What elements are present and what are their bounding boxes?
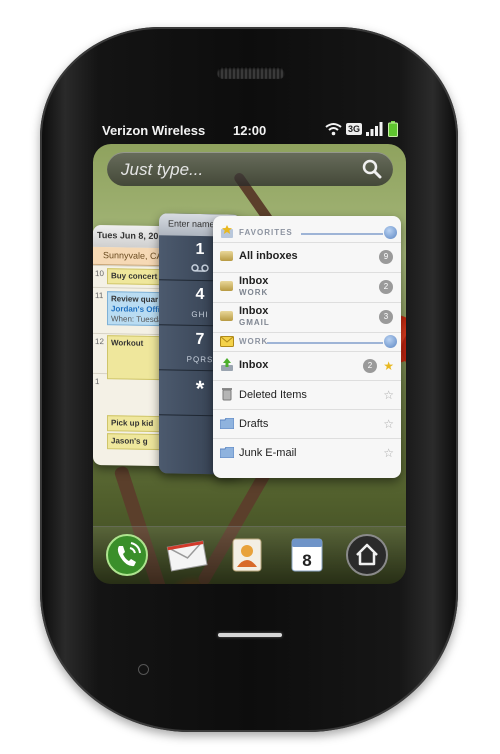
section-divider xyxy=(301,233,383,235)
collapse-toggle-icon[interactable] xyxy=(384,335,397,348)
folder-label: Inbox WORK xyxy=(239,276,268,298)
search-icon[interactable] xyxy=(361,158,383,180)
collapse-toggle-icon[interactable] xyxy=(384,226,397,239)
event-title: Buy concert t xyxy=(111,271,163,282)
mail-folder-row[interactable]: All inboxes 9 xyxy=(213,242,401,272)
screen: Just type... Tues Jun 8, 20 Sunnyvale, C… xyxy=(93,144,406,584)
status-icons: 3G xyxy=(325,121,398,137)
star-icon[interactable]: ☆ xyxy=(383,388,394,402)
unread-count-badge: 3 xyxy=(379,310,393,324)
gesture-light-bar[interactable] xyxy=(218,633,282,637)
calendar-day: 8 xyxy=(302,551,311,570)
inbox-stack-icon xyxy=(220,251,233,261)
folder-icon xyxy=(220,447,234,458)
event-title: Review quar xyxy=(111,294,159,305)
unread-count-badge: 9 xyxy=(379,250,393,264)
voicemail-icon xyxy=(191,264,209,272)
favorites-header[interactable]: FAVORITES xyxy=(213,224,401,242)
wifi-icon xyxy=(325,123,342,136)
folder-label: All inboxes xyxy=(239,250,298,262)
account-name: WORK xyxy=(239,288,269,297)
hour-label: 12 xyxy=(95,336,104,347)
email-icon[interactable] xyxy=(165,533,209,577)
status-bar: Verizon Wireless 12:00 3G xyxy=(93,118,406,142)
inbox-icon xyxy=(220,311,233,321)
folder-name: Inbox xyxy=(239,305,269,317)
work-header[interactable]: WORK xyxy=(213,332,401,351)
folder-label: Deleted Items xyxy=(239,389,307,401)
event-title: Jason's g xyxy=(111,436,148,446)
hour-label: 1 xyxy=(95,376,100,387)
event-title: Workout xyxy=(111,338,144,348)
mail-folder-row[interactable]: Drafts ☆ xyxy=(213,409,401,438)
section-divider xyxy=(267,342,383,344)
battery-icon xyxy=(388,121,398,137)
mail-folder-row[interactable]: Inbox 2 ★ xyxy=(213,351,401,380)
unread-count-badge: 2 xyxy=(363,359,377,373)
mail-folder-row[interactable]: Inbox GMAIL 3 xyxy=(213,302,401,332)
wallpaper: Just type... Tues Jun 8, 20 Sunnyvale, C… xyxy=(93,144,406,584)
folder-label: Junk E-mail xyxy=(239,447,297,459)
mail-folder-row[interactable]: Junk E-mail ☆ xyxy=(213,438,401,467)
carrier-name: Verizon Wireless xyxy=(102,123,206,138)
key-letters: GHI xyxy=(191,309,209,320)
inbox-icon xyxy=(220,281,233,291)
folder-label: Inbox xyxy=(239,359,269,371)
work-label: WORK xyxy=(239,337,269,346)
folder-label: Drafts xyxy=(239,418,269,430)
event-title: Pick up kid xyxy=(111,418,154,428)
universal-search-bar[interactable]: Just type... xyxy=(107,152,393,186)
launcher-icon[interactable] xyxy=(345,533,389,577)
mail-folder-row[interactable]: Deleted Items ☆ xyxy=(213,380,401,409)
calendar-icon[interactable]: 8 xyxy=(285,533,329,577)
quick-launch-dock: 8 xyxy=(93,526,406,584)
star-icon[interactable]: ☆ xyxy=(383,417,394,431)
folder-label: Inbox GMAIL xyxy=(239,306,270,328)
earpiece-speaker xyxy=(217,67,285,79)
inbox-download-icon xyxy=(221,358,233,371)
phone-icon[interactable] xyxy=(105,533,149,577)
star-icon[interactable]: ☆ xyxy=(383,446,394,460)
folder-name: Inbox xyxy=(239,275,269,287)
key-letters: PQRS xyxy=(186,354,214,365)
trash-icon xyxy=(222,388,232,401)
signal-icon xyxy=(366,122,383,136)
hour-label: 11 xyxy=(95,290,104,301)
star-icon[interactable]: ★ xyxy=(383,359,394,373)
search-placeholder: Just type... xyxy=(121,160,204,179)
hour-label: 10 xyxy=(95,268,104,279)
microphone-hole xyxy=(138,664,149,675)
folder-icon xyxy=(220,418,234,429)
3g-badge: 3G xyxy=(345,123,362,135)
folder-star-icon xyxy=(221,225,233,238)
envelope-icon xyxy=(220,336,234,347)
clock: 12:00 xyxy=(233,123,267,138)
favorites-label: FAVORITES xyxy=(239,228,293,237)
contacts-icon[interactable] xyxy=(225,533,269,577)
account-name: GMAIL xyxy=(239,318,270,327)
mail-folder-row[interactable]: Inbox WORK 2 xyxy=(213,272,401,302)
email-card[interactable]: FAVORITES All inboxes 9 Inbox WORK 2 Inbo… xyxy=(213,216,401,478)
unread-count-badge: 2 xyxy=(379,280,393,294)
